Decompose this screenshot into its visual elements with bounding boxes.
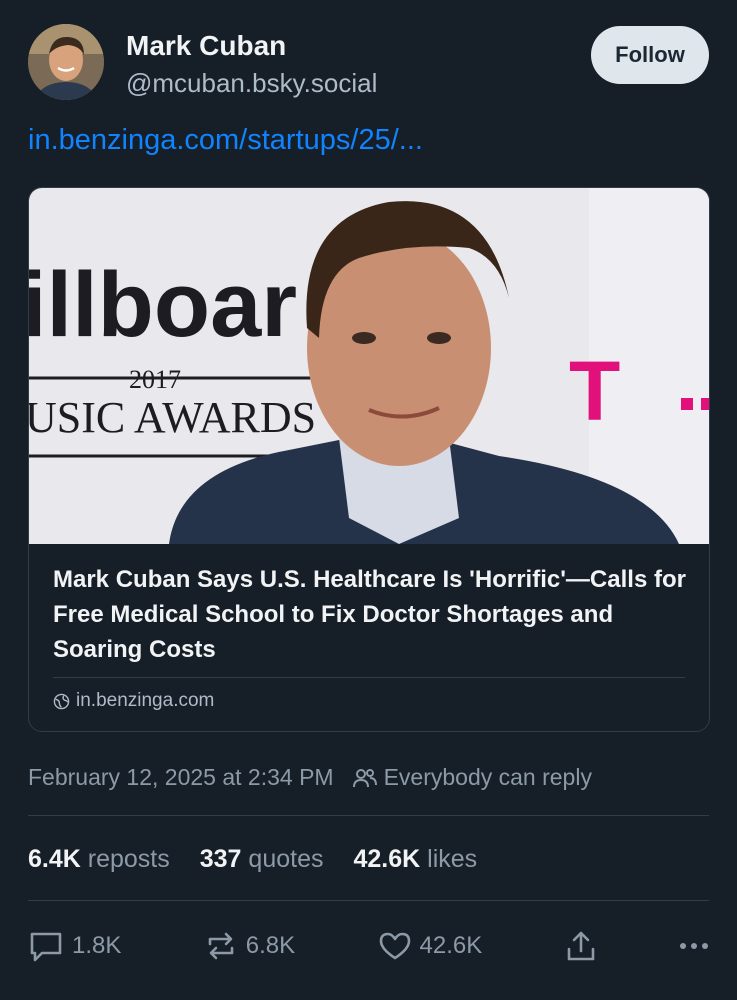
backdrop-sponsor-text: T — [569, 344, 620, 438]
quotes-label: quotes — [248, 845, 324, 873]
like-count: 42.6K — [419, 932, 483, 959]
reply-setting-text: Everybody can reply — [383, 764, 592, 790]
repost-icon — [208, 932, 234, 960]
avatar[interactable] — [28, 24, 104, 100]
embed-title[interactable]: Mark Cuban Says U.S. Healthcare Is 'Horr… — [53, 562, 693, 667]
embed-domain-text: in.benzinga.com — [76, 690, 215, 711]
more-options-button[interactable] — [679, 941, 709, 951]
post-link[interactable]: in.benzinga.com/startups/25/... — [28, 124, 423, 157]
like-button[interactable]: 42.6K — [378, 930, 483, 962]
share-button[interactable] — [565, 929, 597, 963]
author-handle[interactable]: @mcuban.bsky.social — [126, 68, 377, 99]
reposts-label: reposts — [87, 845, 170, 873]
comment-icon — [30, 932, 62, 962]
repost-count: 6.8K — [245, 932, 296, 959]
post-header: Mark Cuban @mcuban.bsky.social Follow — [28, 24, 709, 104]
embed-domain: in.benzinga.com — [53, 690, 214, 712]
reply-setting: Everybody can reply — [352, 764, 592, 791]
quotes-count: 337 — [199, 845, 242, 873]
reply-count: 1.8K — [72, 932, 122, 959]
embed-image: illboar 2017 USIC AWARDS T — [29, 188, 709, 544]
more-icon — [679, 943, 708, 949]
reposts-stat[interactable]: 6.4K reposts — [28, 845, 170, 874]
follow-button[interactable]: Follow — [591, 26, 709, 84]
embed-divider — [53, 677, 685, 678]
quotes-stat[interactable]: 337 quotes — [200, 845, 324, 874]
heart-icon — [379, 932, 410, 960]
likes-count: 42.6K — [353, 845, 421, 873]
backdrop-logo-text: illboar — [29, 254, 297, 356]
likes-label: likes — [427, 845, 478, 873]
author-name[interactable]: Mark Cuban — [126, 30, 286, 62]
engagement-stats: 6.4K reposts 337 quotes 42.6K likes — [28, 845, 477, 874]
backdrop-year-text: 2017 — [129, 365, 181, 394]
timestamp: February 12, 2025 at 2:34 PM — [28, 764, 334, 790]
divider — [28, 900, 709, 901]
action-bar: 1.8K 6.8K 42.6K — [28, 922, 709, 970]
share-icon — [567, 931, 594, 961]
reply-button[interactable]: 1.8K — [28, 929, 121, 963]
people-icon — [352, 768, 377, 787]
reposts-count: 6.4K — [28, 845, 81, 873]
post-meta: February 12, 2025 at 2:34 PM Everybody c… — [28, 764, 592, 791]
likes-stat[interactable]: 42.6K likes — [353, 845, 477, 874]
globe-icon — [53, 693, 70, 709]
divider — [28, 815, 709, 816]
backdrop-event-text: USIC AWARDS — [29, 393, 316, 442]
repost-button[interactable]: 6.8K — [204, 930, 295, 962]
link-embed-card[interactable]: illboar 2017 USIC AWARDS T Mark Cuban Sa… — [28, 187, 710, 732]
